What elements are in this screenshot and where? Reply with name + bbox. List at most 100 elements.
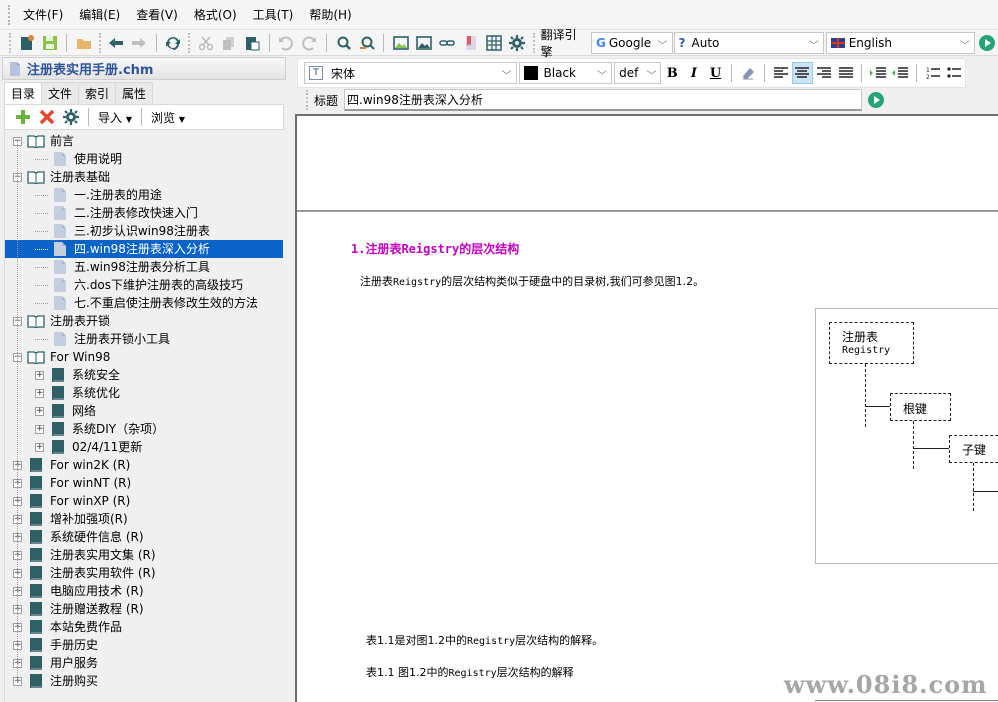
- menu-edit[interactable]: 编辑(E): [71, 0, 128, 30]
- node-settings-button[interactable]: [59, 106, 83, 128]
- tree-node[interactable]: − 注册表基础: [13, 168, 112, 186]
- bookmark-button[interactable]: [459, 32, 482, 54]
- tree-node[interactable]: + 系统安全: [35, 366, 122, 384]
- tab-contents[interactable]: 目录: [4, 82, 43, 104]
- tree-node[interactable]: 六.dos下维护注册表的高级技巧: [35, 276, 245, 294]
- table-button[interactable]: [482, 32, 505, 54]
- tree-node[interactable]: +02/4/11更新: [35, 438, 144, 456]
- tree-node[interactable]: 一.注册表的用途: [35, 186, 164, 204]
- add-node-button[interactable]: [11, 106, 35, 128]
- menu-help[interactable]: 帮助(H): [301, 0, 359, 30]
- align-center-button[interactable]: [791, 62, 814, 84]
- tree-node[interactable]: + 注册表实用软件 (R): [13, 564, 158, 582]
- tree-node[interactable]: + 注册表实用文集 (R): [13, 546, 158, 564]
- source-language-select[interactable]: ? Auto ﹀: [673, 31, 824, 54]
- expand-icon[interactable]: +: [35, 370, 44, 380]
- tree-node[interactable]: + 增补加强项(R): [13, 510, 130, 528]
- menu-grip[interactable]: [8, 4, 11, 25]
- save-button[interactable]: [38, 32, 61, 54]
- expand-icon[interactable]: +: [35, 388, 44, 398]
- tree-node-label: 系统优化: [72, 386, 121, 400]
- import-dropdown[interactable]: 导入 ▼: [94, 109, 136, 126]
- forward-button[interactable]: [128, 32, 151, 54]
- tree-node[interactable]: + 系统优化: [35, 384, 122, 402]
- back-button[interactable]: [105, 32, 128, 54]
- color-select[interactable]: Black ﹀: [518, 62, 613, 84]
- content-editor[interactable]: 1.注册表Reigstry的层次结构 注册表Reigstry的层次结构类似于硬盘…: [295, 114, 998, 702]
- tree-node[interactable]: + 网络: [35, 402, 98, 420]
- tree-node[interactable]: + 注册购买: [13, 672, 100, 690]
- tree-node[interactable]: − 前言: [13, 132, 76, 150]
- tree-node[interactable]: + 电脑应用技术 (R): [13, 582, 146, 600]
- settings-button[interactable]: [505, 32, 528, 54]
- justify-button[interactable]: [835, 62, 857, 84]
- tree-node[interactable]: − 注册表开锁: [13, 312, 112, 330]
- paste-button[interactable]: [240, 32, 263, 54]
- cut-button[interactable]: [194, 32, 217, 54]
- replace-button[interactable]: [355, 32, 378, 54]
- tree-node[interactable]: + 系统DIY（杂项）: [35, 420, 166, 438]
- menu-file[interactable]: 文件(F): [15, 0, 71, 30]
- expand-icon[interactable]: +: [35, 442, 44, 452]
- engine-value: Google: [608, 35, 652, 50]
- delete-node-button[interactable]: [35, 106, 59, 128]
- image-button[interactable]: [413, 32, 436, 54]
- page-icon: [54, 296, 66, 310]
- indent-button[interactable]: [867, 62, 889, 84]
- tree-node[interactable]: 注册表开锁小工具: [35, 330, 172, 348]
- tree-node[interactable]: 四.win98注册表深入分析: [5, 240, 283, 258]
- numbered-list-button[interactable]: 12: [922, 62, 944, 84]
- tree-node[interactable]: + For winNT (R): [13, 474, 133, 492]
- tab-index[interactable]: 索引: [78, 82, 117, 104]
- italic-button[interactable]: I: [683, 62, 705, 84]
- font-select[interactable]: T 宋体 ﹀: [304, 62, 517, 84]
- insert-image-button[interactable]: [389, 32, 412, 54]
- translate-run-button[interactable]: [975, 32, 998, 54]
- tree-node[interactable]: 使用说明: [35, 150, 124, 168]
- align-right-button[interactable]: [813, 62, 835, 84]
- tree-node[interactable]: − For Win98: [13, 348, 112, 366]
- bold-button[interactable]: B: [661, 62, 683, 84]
- tree-node[interactable]: + 本站免费作品: [13, 618, 124, 636]
- justify-icon: [838, 67, 853, 78]
- expand-icon[interactable]: +: [35, 406, 44, 416]
- tree-node[interactable]: + For winXP (R): [13, 492, 132, 510]
- browse-dropdown[interactable]: 浏览 ▼: [147, 109, 189, 126]
- caret-down-icon: ▼: [178, 114, 185, 124]
- tree-node[interactable]: 五.win98注册表分析工具: [35, 258, 212, 276]
- engine-select[interactable]: G Google ﹀: [591, 31, 673, 54]
- tab-files[interactable]: 文件: [41, 82, 80, 104]
- font-value: 宋体: [331, 66, 356, 81]
- tree-node[interactable]: + 注册赠送教程 (R): [13, 600, 146, 618]
- chevron-down-icon: ﹀: [646, 71, 657, 82]
- underline-button[interactable]: U: [705, 62, 727, 84]
- outdent-button[interactable]: [889, 62, 911, 84]
- expand-icon[interactable]: +: [35, 424, 44, 434]
- tree-node[interactable]: + 系统硬件信息 (R): [13, 528, 146, 546]
- refresh-button[interactable]: [162, 32, 185, 54]
- tree-node[interactable]: 七.不重启使注册表修改生效的方法: [35, 294, 260, 312]
- menu-tools[interactable]: 工具(T): [245, 0, 302, 30]
- tree-node[interactable]: + 用户服务: [13, 654, 100, 672]
- title-input[interactable]: 四.win98注册表深入分析: [344, 89, 863, 111]
- tree-node[interactable]: + For win2K (R): [13, 456, 132, 474]
- link-button[interactable]: [436, 32, 459, 54]
- target-language-select[interactable]: English ﹀: [825, 31, 975, 54]
- align-left-button[interactable]: [770, 62, 792, 84]
- tree-node[interactable]: 三.初步认识win98注册表: [35, 222, 212, 240]
- tab-properties[interactable]: 属性: [115, 82, 154, 104]
- menu-view[interactable]: 查看(V): [128, 0, 186, 30]
- bullet-list-button[interactable]: [943, 62, 965, 84]
- eraser-button[interactable]: [737, 62, 759, 84]
- redo-button[interactable]: [298, 32, 321, 54]
- copy-button[interactable]: [217, 32, 240, 54]
- undo-button[interactable]: [275, 32, 298, 54]
- tree-node[interactable]: 二.注册表修改快速入门: [35, 204, 200, 222]
- font-size-select[interactable]: def ﹀: [614, 62, 662, 84]
- new-book-button[interactable]: [15, 32, 38, 54]
- apply-title-button[interactable]: [864, 89, 888, 111]
- open-folder-button[interactable]: [72, 32, 95, 54]
- tree-node[interactable]: + 手册历史: [13, 636, 100, 654]
- search-button[interactable]: [332, 32, 355, 54]
- menu-format[interactable]: 格式(O): [186, 0, 245, 30]
